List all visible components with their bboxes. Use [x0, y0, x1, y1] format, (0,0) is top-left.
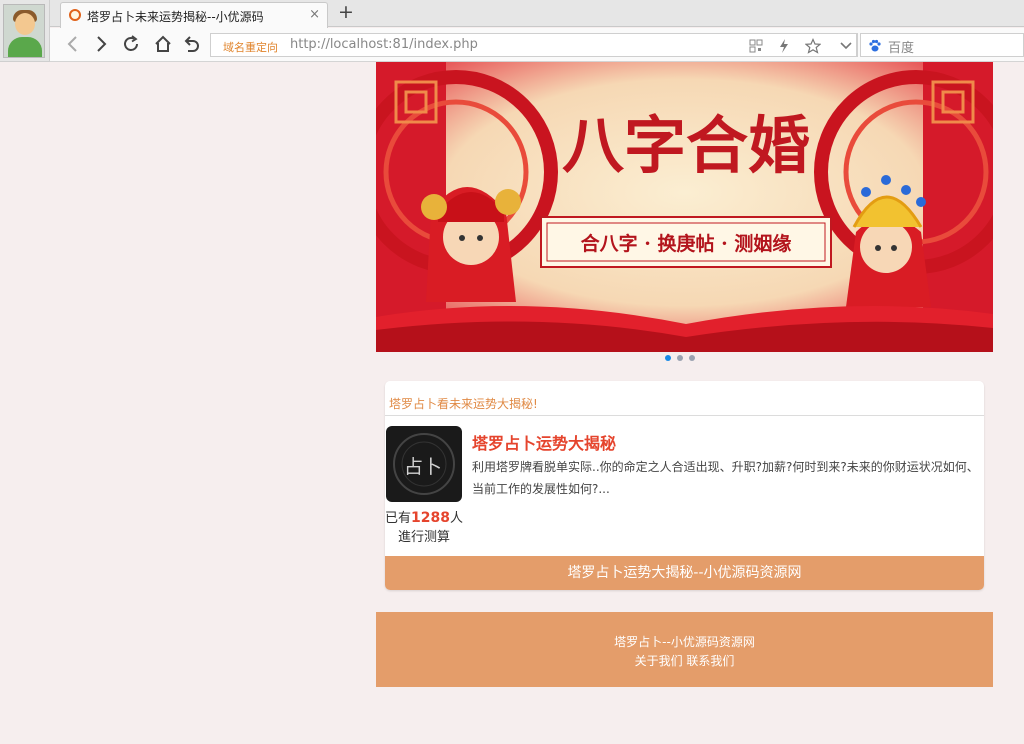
site-footer: 塔罗占卜--小优源码资源网 关于我们 联系我们 [376, 612, 993, 687]
tab-close-icon[interactable]: × [309, 7, 320, 22]
footer-site-name: 塔罗占卜--小优源码资源网 [614, 635, 755, 649]
groom-figure [421, 187, 521, 302]
count-prefix: 已有 [385, 511, 412, 526]
avatar-head [15, 13, 35, 35]
carousel-dot-3[interactable] [689, 355, 695, 361]
browser-toolbar: 域名重定向 http://localhost:81/index.php 百度 [50, 28, 1024, 62]
tarot-thumbnail[interactable]: 占卜 [386, 426, 462, 502]
count-suffix: 人 [449, 511, 463, 526]
undo-icon[interactable] [180, 33, 202, 55]
redirect-label[interactable]: 域名重定向 [223, 39, 278, 55]
thumbnail-glyph: 占卜 [404, 456, 443, 478]
carousel-dot-1[interactable] [665, 355, 671, 361]
lightning-icon[interactable] [776, 38, 792, 54]
address-bar[interactable]: 域名重定向 http://localhost:81/index.php [210, 33, 858, 57]
about-link[interactable]: 关于我们 [635, 654, 683, 668]
card-title[interactable]: 塔罗占卜运势大揭秘 [472, 430, 616, 454]
star-icon[interactable] [804, 38, 822, 54]
qrcode-icon[interactable] [748, 38, 764, 54]
card-header-text: 塔罗占卜看未来运势大揭秘! [389, 397, 538, 411]
user-avatar[interactable] [3, 4, 45, 58]
card-action-button[interactable]: 塔罗占卜运势大揭秘--小优源码资源网 [385, 556, 984, 590]
new-tab-button[interactable]: + [338, 1, 354, 23]
banner-title: 八字合婚 [562, 109, 810, 182]
tab-strip: 塔罗占卜未来运势揭秘--小优源码 × + [50, 0, 1024, 28]
card-description: 利用塔罗牌看脱单实际..你的命定之人合适出现、升职?加薪?何时到来?未来的你财运… [472, 460, 979, 496]
url-text[interactable]: http://localhost:81/index.php [290, 37, 478, 52]
tab-title: 塔罗占卜未来运势揭秘--小优源码 [87, 10, 264, 24]
baidu-paw-icon [869, 39, 881, 52]
fortune-card: 塔罗占卜看未来运势大揭秘! 占卜 已有1288人 進行测算 塔罗占卜运势大揭秘 … [385, 381, 984, 590]
contact-link[interactable]: 联系我们 [686, 654, 734, 668]
count-value: 1288 [411, 510, 450, 526]
card-header: 塔罗占卜看未来运势大揭秘! [385, 381, 984, 416]
banner-illustration: 八字合婚 合八字 · 换庚帖 · 测姻缘 [376, 62, 993, 352]
search-box[interactable]: 百度 [860, 33, 1024, 57]
avatar-body [8, 37, 42, 57]
search-engine-label: 百度 [888, 41, 915, 56]
home-icon[interactable] [152, 33, 174, 55]
banner-subtitle: 合八字 · 换庚帖 · 测姻缘 [581, 232, 792, 255]
browser-tab-active[interactable]: 塔罗占卜未来运势揭秘--小优源码 × [60, 2, 328, 28]
address-dropdown-icon[interactable] [835, 33, 857, 57]
profile-area[interactable] [0, 0, 50, 62]
carousel-dot-2[interactable] [677, 355, 683, 361]
favicon-icon [69, 9, 81, 21]
banner-carousel[interactable]: 八字合婚 合八字 · 换庚帖 · 测姻缘 [376, 62, 993, 352]
back-icon[interactable] [62, 33, 84, 55]
carousel-indicators [665, 346, 701, 361]
forward-icon[interactable] [90, 33, 112, 55]
refresh-icon[interactable] [120, 33, 142, 55]
count-line2: 進行测算 [397, 530, 450, 545]
footer-links: 关于我们 联系我们 [376, 652, 993, 669]
participant-count: 已有1288人 進行测算 [385, 509, 463, 547]
